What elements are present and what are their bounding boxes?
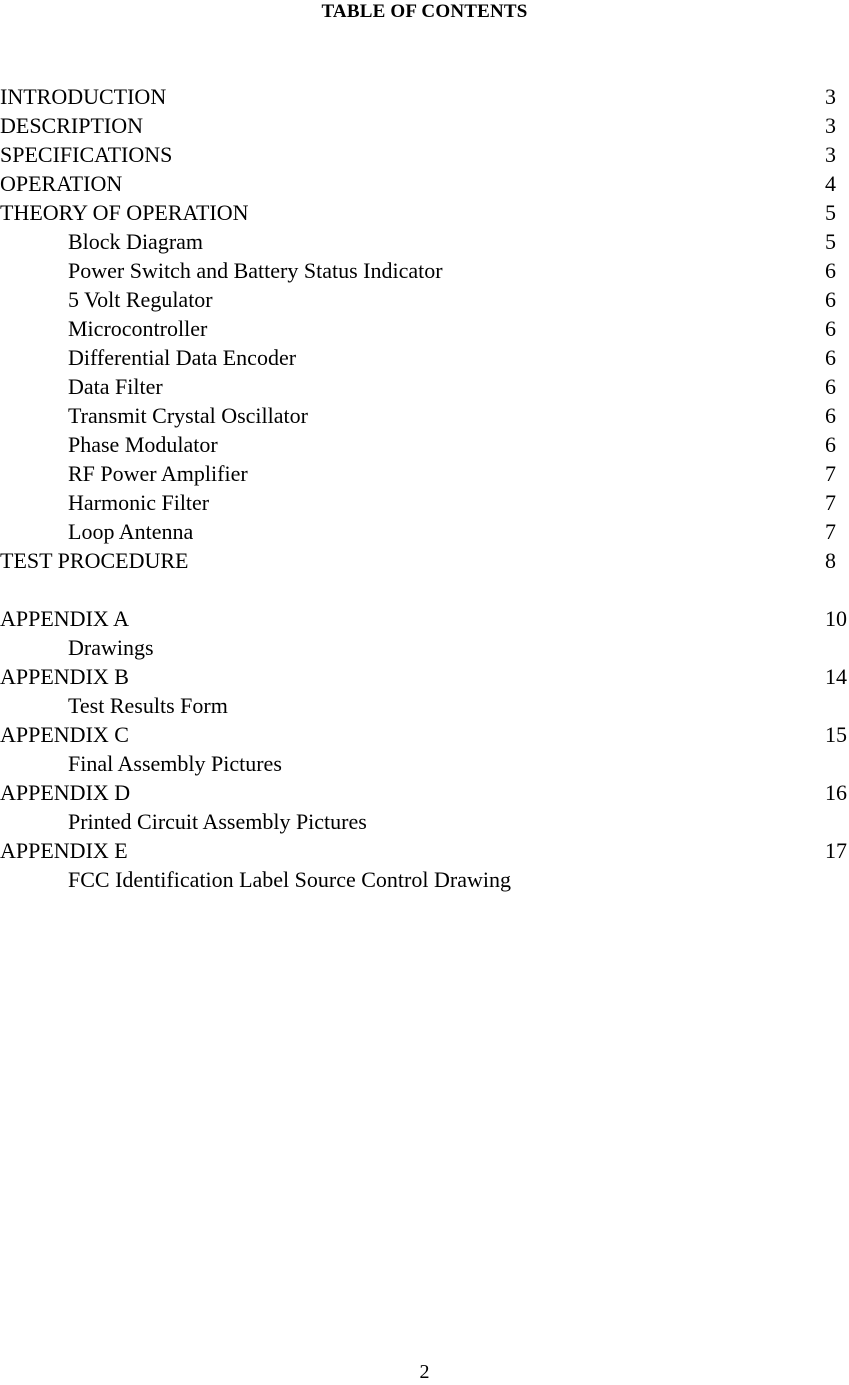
toc-entry-label: Test Results Form (68, 693, 228, 718)
toc-entry-label: APPENDIX C (0, 722, 129, 747)
toc-entry-label: THEORY OF OPERATION (0, 200, 249, 225)
toc-entry-label: 5 Volt Regulator (68, 287, 213, 312)
toc-entry-label: TEST PROCEDURE (0, 548, 189, 573)
toc-entry-page-number: 14 (825, 664, 847, 689)
toc-entry-page-number: 7 (825, 519, 836, 544)
toc-entry-row[interactable]: APPENDIX D 16 (0, 778, 849, 807)
toc-entry-page-number: 8 (825, 548, 836, 573)
toc-entry-row[interactable]: OPERATION 4 (0, 169, 849, 198)
toc-entry-row[interactable]: Final Assembly Pictures (0, 749, 849, 778)
toc-entry-row[interactable]: Transmit Crystal Oscillator 6 (0, 401, 849, 430)
toc-entry-label: Transmit Crystal Oscillator (68, 403, 308, 428)
toc-entry-page-number: 3 (825, 84, 836, 109)
toc-entry-label: APPENDIX D (0, 780, 131, 805)
toc-entry-row[interactable]: SPECIFICATIONS 3 (0, 140, 849, 169)
toc-entry-page-number: 3 (825, 113, 836, 138)
toc-spacer-row (0, 575, 849, 604)
toc-entry-page-number: 16 (825, 780, 847, 805)
toc-entry-label: Harmonic Filter (68, 490, 210, 515)
toc-entry-label: APPENDIX B (0, 664, 129, 689)
toc-entry-label: FCC Identification Label Source Control … (68, 867, 511, 892)
toc-entry-label: DESCRIPTION (0, 113, 144, 138)
toc-entry-row[interactable]: INTRODUCTION 3 (0, 82, 849, 111)
toc-entry-row[interactable]: THEORY OF OPERATION 5 (0, 198, 849, 227)
page-title: TABLE OF CONTENTS (321, 1, 528, 22)
toc-entry-page-number: 3 (825, 142, 836, 167)
toc-entry-row[interactable]: RF Power Amplifier 7 (0, 459, 849, 488)
toc-entry-page-number: 6 (825, 403, 836, 428)
toc-entry-page-number: 6 (825, 258, 836, 283)
toc-entry-label: APPENDIX A (0, 606, 129, 631)
toc-entry-page-number: 7 (825, 490, 836, 515)
toc-entry-label: Power Switch and Battery Status Indicato… (68, 258, 443, 283)
toc-entry-label: Data Filter (68, 374, 163, 399)
toc-entry-label: Loop Antenna (68, 519, 194, 544)
toc-entry-page-number: 6 (825, 374, 836, 399)
toc-entry-label: RF Power Amplifier (68, 461, 248, 486)
toc-entry-page-number: 17 (825, 838, 847, 863)
toc-entry-row[interactable]: APPENDIX A 10 (0, 604, 849, 633)
toc-entry-label: SPECIFICATIONS (0, 142, 173, 167)
toc-entry-label: Microcontroller (68, 316, 208, 341)
toc-entry-row[interactable]: FCC Identification Label Source Control … (0, 865, 849, 894)
toc-entry-row[interactable]: Phase Modulator 6 (0, 430, 849, 459)
toc-entry-page-number: 6 (825, 345, 836, 370)
toc-entry-row[interactable]: Data Filter 6 (0, 372, 849, 401)
toc-entry-label: INTRODUCTION (0, 84, 167, 109)
toc-entry-page-number: 5 (825, 229, 836, 254)
toc-entry-page-number: 6 (825, 432, 836, 457)
toc-entry-page-number: 10 (825, 606, 847, 631)
toc-entry-page-number: 15 (825, 722, 847, 747)
toc-entry-page-number: 4 (825, 171, 836, 196)
toc-entry-label: Differential Data Encoder (68, 345, 297, 370)
toc-entry-page-number: 6 (825, 316, 836, 341)
toc-entry-row[interactable]: Block Diagram 5 (0, 227, 849, 256)
toc-entry-row[interactable]: APPENDIX C 15 (0, 720, 849, 749)
toc-entry-row[interactable]: APPENDIX E 17 (0, 836, 849, 865)
toc-entry-label: OPERATION (0, 171, 123, 196)
toc-entry-row[interactable]: Loop Antenna 7 (0, 517, 849, 546)
toc-entry-label: APPENDIX E (0, 838, 128, 863)
toc-entry-row[interactable]: Power Switch and Battery Status Indicato… (0, 256, 849, 285)
document-page: TABLE OF CONTENTS INTRODUCTION 3 DESCRIPTI… (0, 0, 849, 1385)
toc-entry-page-number: 5 (825, 200, 836, 225)
toc-entry-label: Block Diagram (68, 229, 204, 254)
toc-entry-row[interactable]: Drawings (0, 633, 849, 662)
toc-entry-label: Phase Modulator (68, 432, 218, 457)
toc-entry-row[interactable]: Test Results Form (0, 691, 849, 720)
toc-entry-row[interactable]: Differential Data Encoder 6 (0, 343, 849, 372)
toc-entry-row[interactable]: Harmonic Filter 7 (0, 488, 849, 517)
page-footer-number: 2 (419, 1361, 430, 1383)
toc-entry-row[interactable]: Microcontroller 6 (0, 314, 849, 343)
toc-entry-row[interactable]: Printed Circuit Assembly Pictures (0, 807, 849, 836)
toc-entry-row[interactable]: APPENDIX B 14 (0, 662, 849, 691)
toc-entry-row[interactable]: 5 Volt Regulator 6 (0, 285, 849, 314)
toc-entry-label: Final Assembly Pictures (68, 751, 282, 776)
table-of-contents-list: INTRODUCTION 3 DESCRIPTION 3 SPECIFICATIONS 3… (0, 82, 849, 894)
toc-entry-page-number: 6 (825, 287, 836, 312)
toc-entry-label: Drawings (68, 635, 154, 660)
toc-entry-page-number: 7 (825, 461, 836, 486)
toc-entry-row[interactable]: TEST PROCEDURE 8 (0, 546, 849, 575)
toc-entry-row[interactable]: DESCRIPTION 3 (0, 111, 849, 140)
toc-entry-label: Printed Circuit Assembly Pictures (68, 809, 367, 834)
